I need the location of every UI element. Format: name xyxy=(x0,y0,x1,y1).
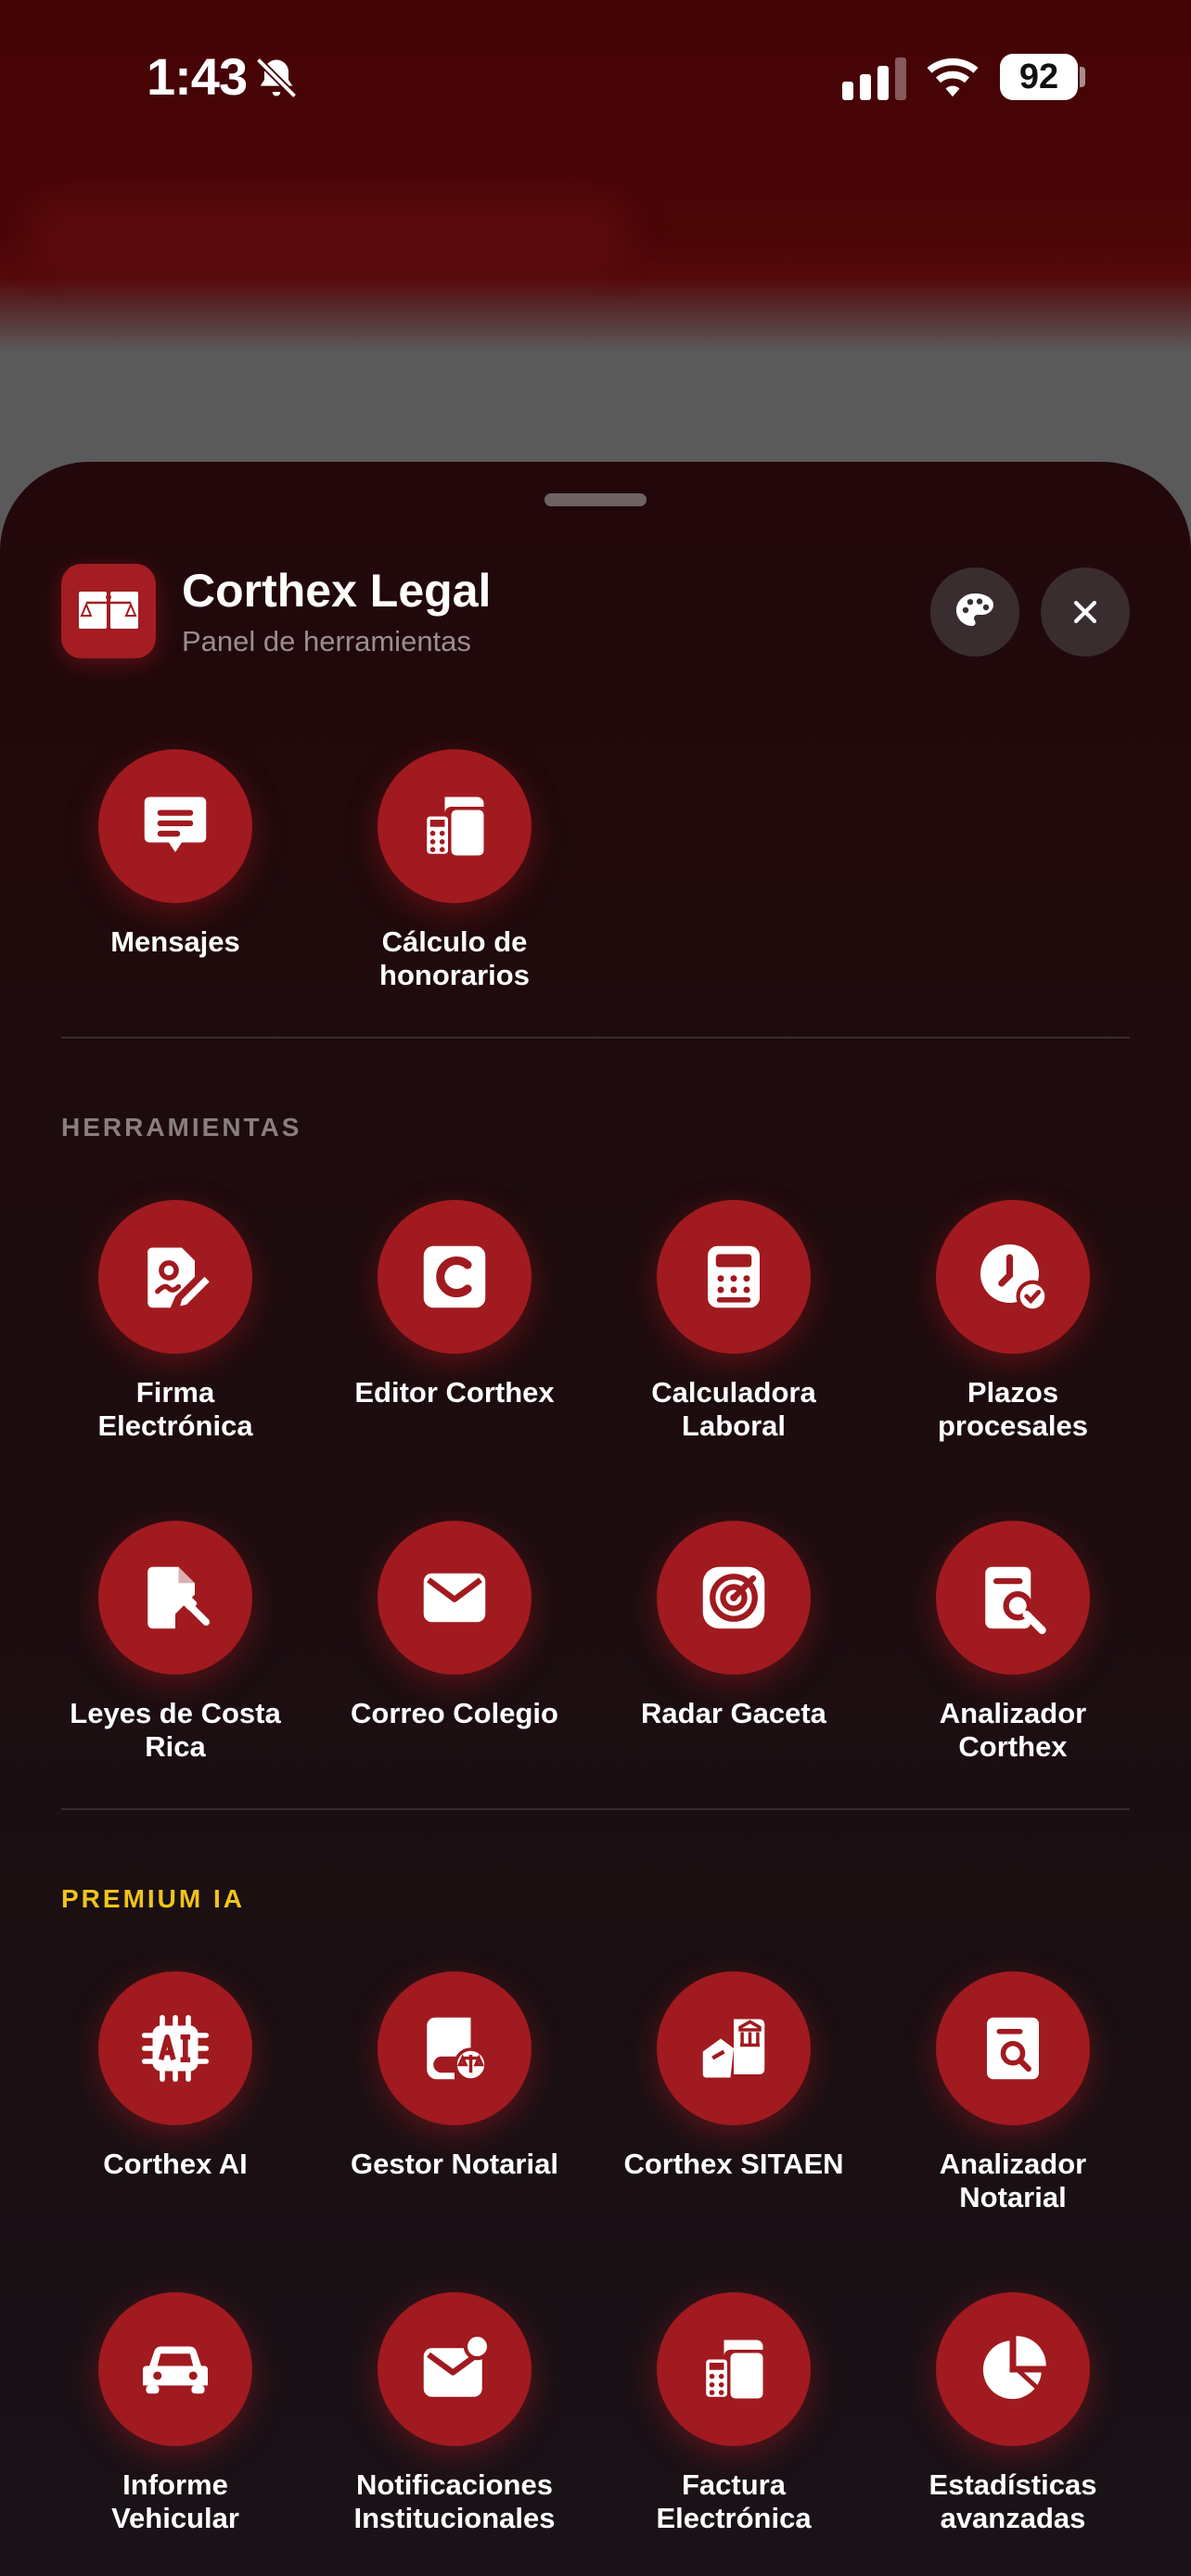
tile-label: Corthex AI xyxy=(103,2148,248,2180)
tile-corthex-ai[interactable]: Corthex AI xyxy=(36,1971,314,2231)
tile-circle xyxy=(657,1971,811,2125)
tile-circle xyxy=(378,1971,531,2125)
tile-correo-colegio[interactable]: Correo Colegio xyxy=(315,1521,594,1780)
tile-circle xyxy=(378,1521,531,1675)
battery-indicator: 92 xyxy=(1000,54,1078,100)
wifi-icon xyxy=(927,57,979,97)
bell-muted-icon xyxy=(255,57,298,99)
section-title-premium-ia: PREMIUM IA xyxy=(61,1884,245,1913)
tile-label: Estadísticas avanzadas xyxy=(928,2468,1097,2534)
tile-label: Correo Colegio xyxy=(351,1697,558,1729)
tile-circle xyxy=(98,1971,252,2125)
tile-label: Calculadora Laboral xyxy=(651,1376,816,1442)
palette-icon xyxy=(956,593,993,626)
tile-leyes-costa-rica[interactable]: Leyes de Costa Rica xyxy=(36,1521,314,1780)
tile-analizador-notarial[interactable]: Analizador Notarial xyxy=(874,1971,1152,2231)
tile-notificaciones-institucionales[interactable]: Notificaciones Institucionales xyxy=(315,2292,594,2552)
tile-calculo-honorarios[interactable]: Cálculo de honorarios xyxy=(315,749,594,1009)
tile-circle xyxy=(936,2292,1090,2446)
message-icon xyxy=(144,797,207,852)
tile-radar-gaceta[interactable]: Radar Gaceta xyxy=(595,1521,873,1780)
close-button[interactable] xyxy=(1041,567,1130,657)
close-icon xyxy=(1073,600,1097,624)
tile-label: Cálculo de honorarios xyxy=(379,925,530,991)
status-bar: 1:43 92 xyxy=(0,0,1191,158)
calculator-icon xyxy=(708,1245,760,1308)
tile-circle xyxy=(378,749,531,903)
section-divider xyxy=(61,1808,1130,1810)
clock-check-icon xyxy=(980,1244,1049,1313)
tile-firma-electronica[interactable]: Firma Electrónica xyxy=(36,1200,314,1460)
tile-circle xyxy=(657,1521,811,1675)
tile-label: Firma Electrónica xyxy=(97,1376,253,1442)
tile-circle xyxy=(936,1971,1090,2125)
tile-factura-electronica[interactable]: Factura Electrónica xyxy=(595,2292,873,2552)
tile-editor-corthex[interactable]: Editor Corthex xyxy=(315,1200,594,1460)
section-title-herramientas: HERRAMIENTAS xyxy=(61,1113,302,1141)
status-time: 1:43 xyxy=(147,47,248,106)
section-divider xyxy=(61,1037,1130,1039)
signature-icon xyxy=(147,1247,210,1308)
tile-label: Notificaciones Institucionales xyxy=(353,2468,556,2534)
pie-chart-icon xyxy=(982,2336,1046,2400)
cellular-signal-icon xyxy=(842,57,906,100)
tile-estadisticas-avanzadas[interactable]: Estadísticas avanzadas xyxy=(874,2292,1152,2552)
tile-corthex-sitaen[interactable]: Corthex SITAEN xyxy=(595,1971,873,2231)
gavel-document-icon xyxy=(147,1566,211,1629)
tile-label: Radar Gaceta xyxy=(641,1697,826,1729)
notary-book-icon xyxy=(427,2017,488,2082)
tile-circle xyxy=(98,1200,252,1354)
tile-label: Analizador Corthex xyxy=(939,1697,1087,1763)
app-subtitle: Panel de herramientas xyxy=(182,625,471,657)
scales-document-icon xyxy=(79,588,138,634)
tile-label: Analizador Notarial xyxy=(939,2148,1087,2213)
tile-circle xyxy=(98,749,252,903)
app-title: Corthex Legal xyxy=(182,565,492,617)
tile-circle xyxy=(378,1200,531,1354)
land-registry-icon xyxy=(702,2019,765,2078)
envelope-icon xyxy=(423,1573,486,1623)
radar-icon xyxy=(702,1566,765,1629)
tile-plazos-procesales[interactable]: Plazos procesales xyxy=(874,1200,1152,1460)
theme-palette-button[interactable] xyxy=(930,567,1019,657)
tile-label: Mensajes xyxy=(110,925,240,958)
envelope-badge-icon xyxy=(423,2332,492,2397)
tile-circle xyxy=(98,2292,252,2446)
tile-label: Informe Vehicular xyxy=(111,2468,239,2534)
tile-label: Factura Electrónica xyxy=(656,2468,812,2534)
tile-informe-vehicular[interactable]: Informe Vehicular xyxy=(36,2292,314,2552)
sheet-grabber[interactable] xyxy=(544,493,647,506)
car-icon xyxy=(143,2346,208,2394)
notary-search-icon xyxy=(987,2017,1039,2080)
fee-calculator-icon xyxy=(423,797,484,858)
ai-chip-icon xyxy=(141,2014,210,2083)
tile-analizador-corthex[interactable]: Analizador Corthex xyxy=(874,1521,1152,1780)
app-logo xyxy=(61,564,156,658)
tile-label: Editor Corthex xyxy=(354,1376,555,1409)
tile-circle xyxy=(657,2292,811,2446)
tile-gestor-notarial[interactable]: Gestor Notarial xyxy=(315,1971,594,2231)
editor-c-icon xyxy=(423,1245,486,1308)
tile-circle xyxy=(98,1521,252,1675)
blurred-backdrop xyxy=(28,195,631,269)
tile-mensajes[interactable]: Mensajes xyxy=(36,749,314,1009)
invoice-icon xyxy=(702,2340,763,2401)
tile-circle xyxy=(378,2292,531,2446)
battery-cap xyxy=(1080,67,1085,87)
tile-label: Corthex SITAEN xyxy=(623,2148,844,2180)
tile-circle xyxy=(936,1521,1090,1675)
tile-label: Gestor Notarial xyxy=(351,2148,558,2180)
document-search-icon xyxy=(985,1566,1046,1635)
tools-sheet: Corthex Legal Panel de herramientas Mens… xyxy=(0,462,1191,2576)
tile-label: Leyes de Costa Rica xyxy=(70,1697,281,1763)
tile-circle xyxy=(936,1200,1090,1354)
tile-circle xyxy=(657,1200,811,1354)
tile-calculadora-laboral[interactable]: Calculadora Laboral xyxy=(595,1200,873,1460)
tile-label: Plazos procesales xyxy=(938,1376,1088,1442)
